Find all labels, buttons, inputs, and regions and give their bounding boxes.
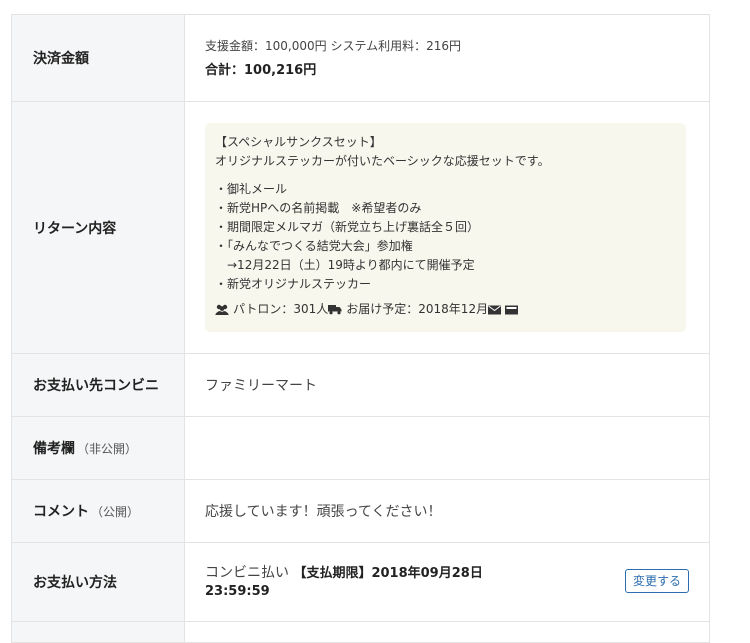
payment-deadline-time: 23:59:59 — [205, 583, 270, 599]
patrons-count: パトロン：301人 — [233, 302, 329, 316]
comment-label: コメント — [33, 504, 89, 520]
return-item: ・御礼メール — [215, 182, 288, 196]
return-item: ・新党オリジナルステッカー — [215, 277, 372, 291]
change-payment-button[interactable]: 変更する — [624, 569, 689, 593]
return-item: ・新党HPへの名前掲載 ※希望者のみ — [215, 201, 422, 215]
next-row-cell — [185, 622, 709, 642]
return-box: 【スペシャルサンクスセット】 オリジナルステッカーが付いたベーシックな応援セット… — [205, 123, 686, 332]
return-item: ・期間限定メルマガ（新党立ち上げ裏話全５回） — [215, 220, 480, 234]
next-row-label — [12, 622, 185, 642]
payment-method-row: お支払い方法 コンビニ払い 【支払期限】2018年09月28日 23:59:59… — [12, 543, 709, 622]
truck-icon — [328, 304, 342, 315]
envelope-icon — [488, 305, 502, 315]
return-cell: 【スペシャルサンクスセット】 オリジナルステッカーが付いたベーシックな応援セット… — [185, 102, 709, 353]
envelope-icon — [505, 305, 519, 315]
payment-breakdown: 支援金額：100,000円 システム利用料：216円 — [205, 38, 461, 53]
users-icon — [215, 304, 229, 316]
remarks-label-sub: （非公開） — [77, 441, 138, 456]
comment-label-sub: （公開） — [91, 504, 140, 519]
payment-amount-label: 決済金額 — [12, 15, 185, 101]
convenience-store-value: ファミリーマート — [205, 378, 317, 394]
return-row: リターン内容 【スペシャルサンクスセット】 オリジナルステッカーが付いたベーシッ… — [12, 102, 709, 354]
return-title: 【スペシャルサンクスセット】 — [215, 135, 382, 149]
payment-method-label: お支払い方法 — [12, 543, 185, 621]
payment-amount-row: 決済金額 支援金額：100,000円 システム利用料：216円 合計：100,2… — [12, 15, 709, 102]
remarks-label: 備考欄 — [33, 441, 75, 457]
order-details-table: 決済金額 支援金額：100,000円 システム利用料：216円 合計：100,2… — [11, 14, 710, 643]
payment-total: 合計：100,216円 — [205, 62, 317, 78]
convenience-store-row: お支払い先コンビニ ファミリーマート — [12, 354, 709, 417]
payment-deadline: 【支払期限】2018年09月28日 — [293, 565, 483, 581]
remarks-label-cell: 備考欄 （非公開） — [12, 417, 185, 479]
return-meta: パトロン：301人 お届け予定：2018年12月 — [215, 300, 674, 319]
payment-method-name: コンビニ払い — [205, 564, 289, 581]
payment-amount-cell: 支援金額：100,000円 システム利用料：216円 合計：100,216円 — [185, 15, 709, 101]
payment-method-cell: コンビニ払い 【支払期限】2018年09月28日 23:59:59 変更する — [185, 543, 709, 621]
next-row-partial — [12, 622, 709, 643]
comment-value: 応援しています！頑張ってください！ — [205, 504, 442, 520]
comment-label-cell: コメント （公開） — [12, 480, 185, 542]
return-label: リターン内容 — [12, 102, 185, 353]
return-item: →12月22日（土）19時より都内にて開催予定 — [227, 258, 475, 272]
delivery-date: お届け予定：2018年12月 — [346, 302, 489, 316]
remarks-row: 備考欄 （非公開） — [12, 417, 709, 480]
convenience-store-label: お支払い先コンビニ — [12, 354, 185, 416]
return-description: オリジナルステッカーが付いたベーシックな応援セットです。 — [215, 154, 550, 168]
remarks-value — [185, 417, 709, 479]
comment-row: コメント （公開） 応援しています！頑張ってください！ — [12, 480, 709, 543]
return-item: ・「みんなでつくる結党大会」参加権 — [215, 239, 413, 253]
